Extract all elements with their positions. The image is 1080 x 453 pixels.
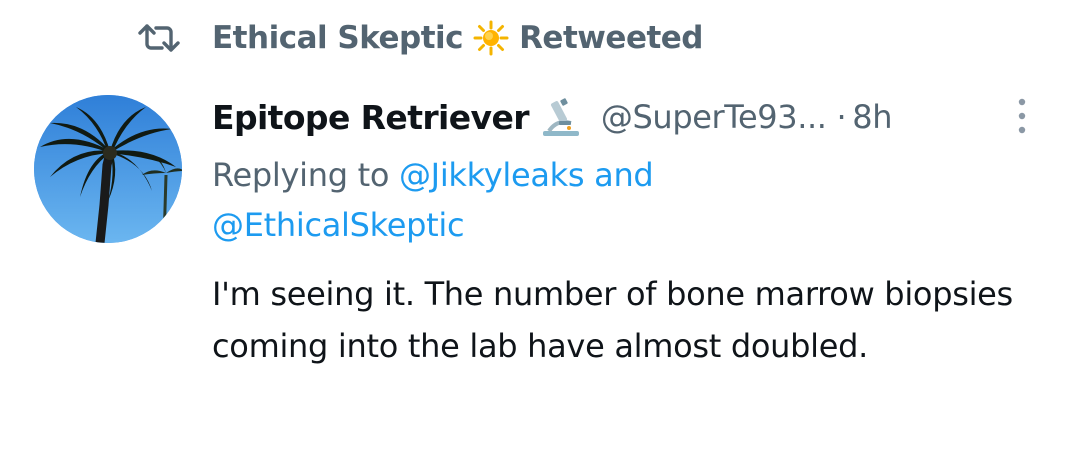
reply-mention-jikkyleaks[interactable]: @Jikkyleaks [399, 156, 585, 194]
tweet-header: Epitope Retriever @SuperTe93... · 8h [212, 94, 893, 140]
retweet-context[interactable]: Ethical Skeptic Retweeted [138, 16, 703, 60]
tweet-text: I'm seeing it. The number of bone marrow… [212, 275, 1013, 365]
more-options-icon[interactable] [1012, 96, 1032, 136]
microscope-emoji [542, 98, 579, 136]
palm-tree-avatar-image [34, 95, 182, 243]
retweeter-name[interactable]: Ethical Skeptic [212, 20, 464, 56]
timestamp[interactable]: 8h [852, 98, 892, 136]
handle[interactable]: @SuperTe93... [601, 98, 827, 136]
avatar[interactable] [34, 95, 182, 243]
separator: · [836, 98, 847, 136]
reply-context: Replying to @Jikkyleaks and @EthicalSkep… [212, 150, 1012, 250]
retweet-icon [138, 24, 180, 52]
sun-emoji [473, 20, 509, 56]
retweeted-label: Retweeted [519, 20, 703, 56]
display-name[interactable]: Epitope Retriever [212, 98, 530, 137]
reply-and[interactable]: and [594, 156, 654, 194]
reply-mention-ethicalskeptic[interactable]: @EthicalSkeptic [212, 206, 465, 244]
reply-prefix: Replying to [212, 156, 390, 194]
